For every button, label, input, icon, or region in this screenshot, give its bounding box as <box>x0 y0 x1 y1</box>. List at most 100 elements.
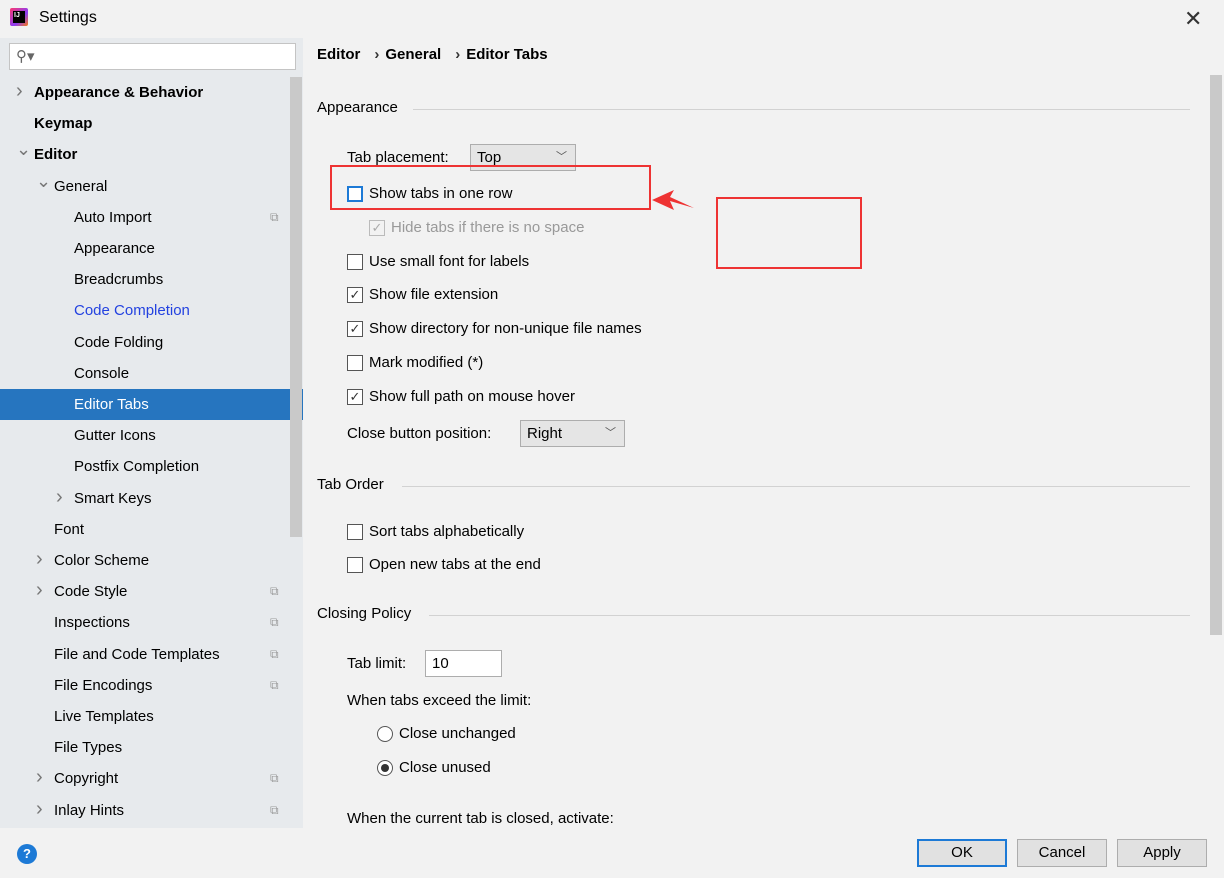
sidebar-item-general[interactable]: ⌄ General <box>0 171 290 202</box>
section-tab-order: Tab Order <box>317 476 1190 496</box>
radio-label: Close unused <box>399 759 491 776</box>
close-unchanged-radio[interactable]: Close unchanged <box>377 725 516 742</box>
sidebar-item-label: Code Folding <box>74 333 164 351</box>
chevron-right-icon[interactable]: › <box>36 575 43 606</box>
apply-button[interactable]: Apply <box>1117 839 1207 867</box>
sidebar-item-live-templates[interactable]: Live Templates <box>0 701 290 732</box>
sort-tabs-checkbox[interactable]: Sort tabs alphabetically <box>347 523 524 540</box>
sidebar-item-label: Inlay Hints <box>54 801 125 819</box>
sidebar-item-gutter-icons[interactable]: Gutter Icons <box>0 420 290 451</box>
sidebar-item-label: Appearance & Behavior <box>34 84 204 101</box>
open-new-tabs-end-checkbox[interactable]: Open new tabs at the end <box>347 556 541 573</box>
chevron-right-icon[interactable]: › <box>36 794 43 825</box>
sidebar-item-breadcrumbs[interactable]: Breadcrumbs <box>0 264 290 295</box>
sidebar-item-label: File Types <box>54 739 123 757</box>
annotation-empty-box <box>716 197 862 269</box>
hide-tabs-checkbox: ✓ Hide tabs if there is no space <box>369 219 584 236</box>
sidebar-item-label: File Encodings <box>54 676 153 694</box>
checkbox-box[interactable] <box>347 556 363 573</box>
sidebar-item-postfix-completion[interactable]: Postfix Completion <box>0 451 290 482</box>
sidebar-item-copyright[interactable]: › Copyright ⧉ <box>0 763 290 794</box>
file-extension-checkbox[interactable]: ✓ Show file extension <box>347 286 498 303</box>
radio-button[interactable] <box>377 759 393 776</box>
sidebar-item-color-scheme[interactable]: › Color Scheme <box>0 545 290 576</box>
mark-modified-checkbox[interactable]: Mark modified (*) <box>347 354 483 371</box>
project-copy-icon: ⧉ <box>270 646 279 661</box>
sidebar-item-appearance[interactable]: Appearance <box>0 233 290 264</box>
sidebar-item-label: Gutter Icons <box>74 427 156 445</box>
breadcrumb: Editor › General › Editor Tabs <box>317 46 548 63</box>
sidebar-item-file-and-code-templates[interactable]: File and Code Templates ⧉ <box>0 639 290 670</box>
chevron-down-icon[interactable]: ⌄ <box>36 166 51 197</box>
project-copy-icon: ⧉ <box>270 209 279 224</box>
tab-placement-label: Tab placement: <box>347 149 449 166</box>
sidebar-item-keymap[interactable]: Keymap <box>0 108 290 139</box>
check-icon[interactable]: ✓ <box>347 320 363 337</box>
checkbox-label: Hide tabs if there is no space <box>391 219 585 236</box>
select-value: Top <box>477 149 502 166</box>
sidebar-item-inspections[interactable]: Inspections ⧉ <box>0 607 290 638</box>
check-icon[interactable]: ✓ <box>347 286 363 303</box>
title-bar <box>0 0 1224 38</box>
sidebar-item-console[interactable]: Console <box>0 358 290 389</box>
app-logo-icon: IJ <box>10 8 28 26</box>
sidebar-item-editor-tabs[interactable]: Editor Tabs <box>0 389 303 420</box>
close-icon[interactable]: ✕ <box>1184 6 1202 32</box>
check-icon: ✓ <box>369 219 385 236</box>
sidebar-item-label: Inspections <box>54 614 130 632</box>
project-copy-icon: ⧉ <box>270 584 279 599</box>
sidebar-item-inlay-hints[interactable]: › Inlay Hints ⧉ <box>0 795 290 826</box>
sidebar-item-label: Color Scheme <box>54 552 150 569</box>
search-input[interactable]: ⚲▾ <box>9 43 296 70</box>
sidebar-item-smart-keys[interactable]: › Smart Keys <box>0 483 290 514</box>
sidebar-item-label: Auto Import <box>74 208 152 226</box>
show-directory-checkbox[interactable]: ✓ Show directory for non-unique file name… <box>347 320 642 337</box>
sidebar-item-code-completion[interactable]: Code Completion <box>0 295 290 326</box>
chevron-down-icon[interactable]: ⌄ <box>16 134 31 165</box>
checkbox-label: Show full path on mouse hover <box>369 388 575 405</box>
sidebar-item-file-types[interactable]: File Types <box>0 732 290 763</box>
sidebar-item-code-style[interactable]: › Code Style ⧉ <box>0 576 290 607</box>
tab-limit-input[interactable]: 10 <box>425 650 502 677</box>
close-button-position-select[interactable]: Right ﹀ <box>520 420 625 447</box>
sidebar-item-label: Font <box>54 520 85 538</box>
sidebar-item-auto-import[interactable]: Auto Import ⧉ <box>0 202 290 233</box>
radio-button[interactable] <box>377 725 393 742</box>
sidebar-item-label: Code Style <box>54 583 128 601</box>
chevron-right-icon[interactable]: › <box>16 76 23 107</box>
checkbox-label: Show directory for non-unique file names <box>369 320 642 337</box>
radio-label: Close unchanged <box>399 725 516 742</box>
breadcrumb-item[interactable]: Editor <box>317 46 360 63</box>
full-path-checkbox[interactable]: ✓ Show full path on mouse hover <box>347 388 575 405</box>
checkbox-label: Mark modified (*) <box>369 354 484 371</box>
sidebar-item-font[interactable]: Font <box>0 514 290 545</box>
sidebar-item-appearance-behavior[interactable]: › Appearance & Behavior <box>0 77 290 108</box>
sidebar-item-label: File and Code Templates <box>54 645 220 663</box>
sidebar-item-label: Smart Keys <box>74 489 152 507</box>
chevron-right-icon[interactable]: › <box>36 544 43 575</box>
annotation-arrow-icon <box>652 190 694 210</box>
help-icon[interactable]: ? <box>17 844 37 864</box>
section-title: Tab Order <box>317 476 384 493</box>
chevron-right-icon[interactable]: › <box>36 762 43 793</box>
check-icon[interactable]: ✓ <box>347 388 363 405</box>
search-icon: ⚲▾ <box>16 48 35 65</box>
sidebar-item-label: Keymap <box>34 115 93 133</box>
ok-button[interactable]: OK <box>917 839 1007 867</box>
sidebar-scrollbar[interactable] <box>290 77 302 537</box>
breadcrumb-item[interactable]: General <box>385 46 441 63</box>
chevron-right-icon[interactable]: › <box>56 482 63 513</box>
cancel-button[interactable]: Cancel <box>1017 839 1107 867</box>
main-scrollbar[interactable] <box>1210 75 1222 635</box>
sidebar-item-code-folding[interactable]: Code Folding <box>0 327 290 358</box>
sidebar-item-label: Live Templates <box>54 708 154 725</box>
close-unused-radio[interactable]: Close unused <box>377 759 491 776</box>
tab-limit-label: Tab limit: <box>347 655 407 672</box>
checkbox-box[interactable] <box>347 253 363 270</box>
checkbox-box[interactable] <box>347 354 363 371</box>
sidebar-item-file-encodings[interactable]: File Encodings ⧉ <box>0 670 290 701</box>
small-font-checkbox[interactable]: Use small font for labels <box>347 253 529 270</box>
section-title: Closing Policy <box>317 605 412 622</box>
checkbox-box[interactable] <box>347 523 363 540</box>
project-copy-icon: ⧉ <box>270 771 279 786</box>
